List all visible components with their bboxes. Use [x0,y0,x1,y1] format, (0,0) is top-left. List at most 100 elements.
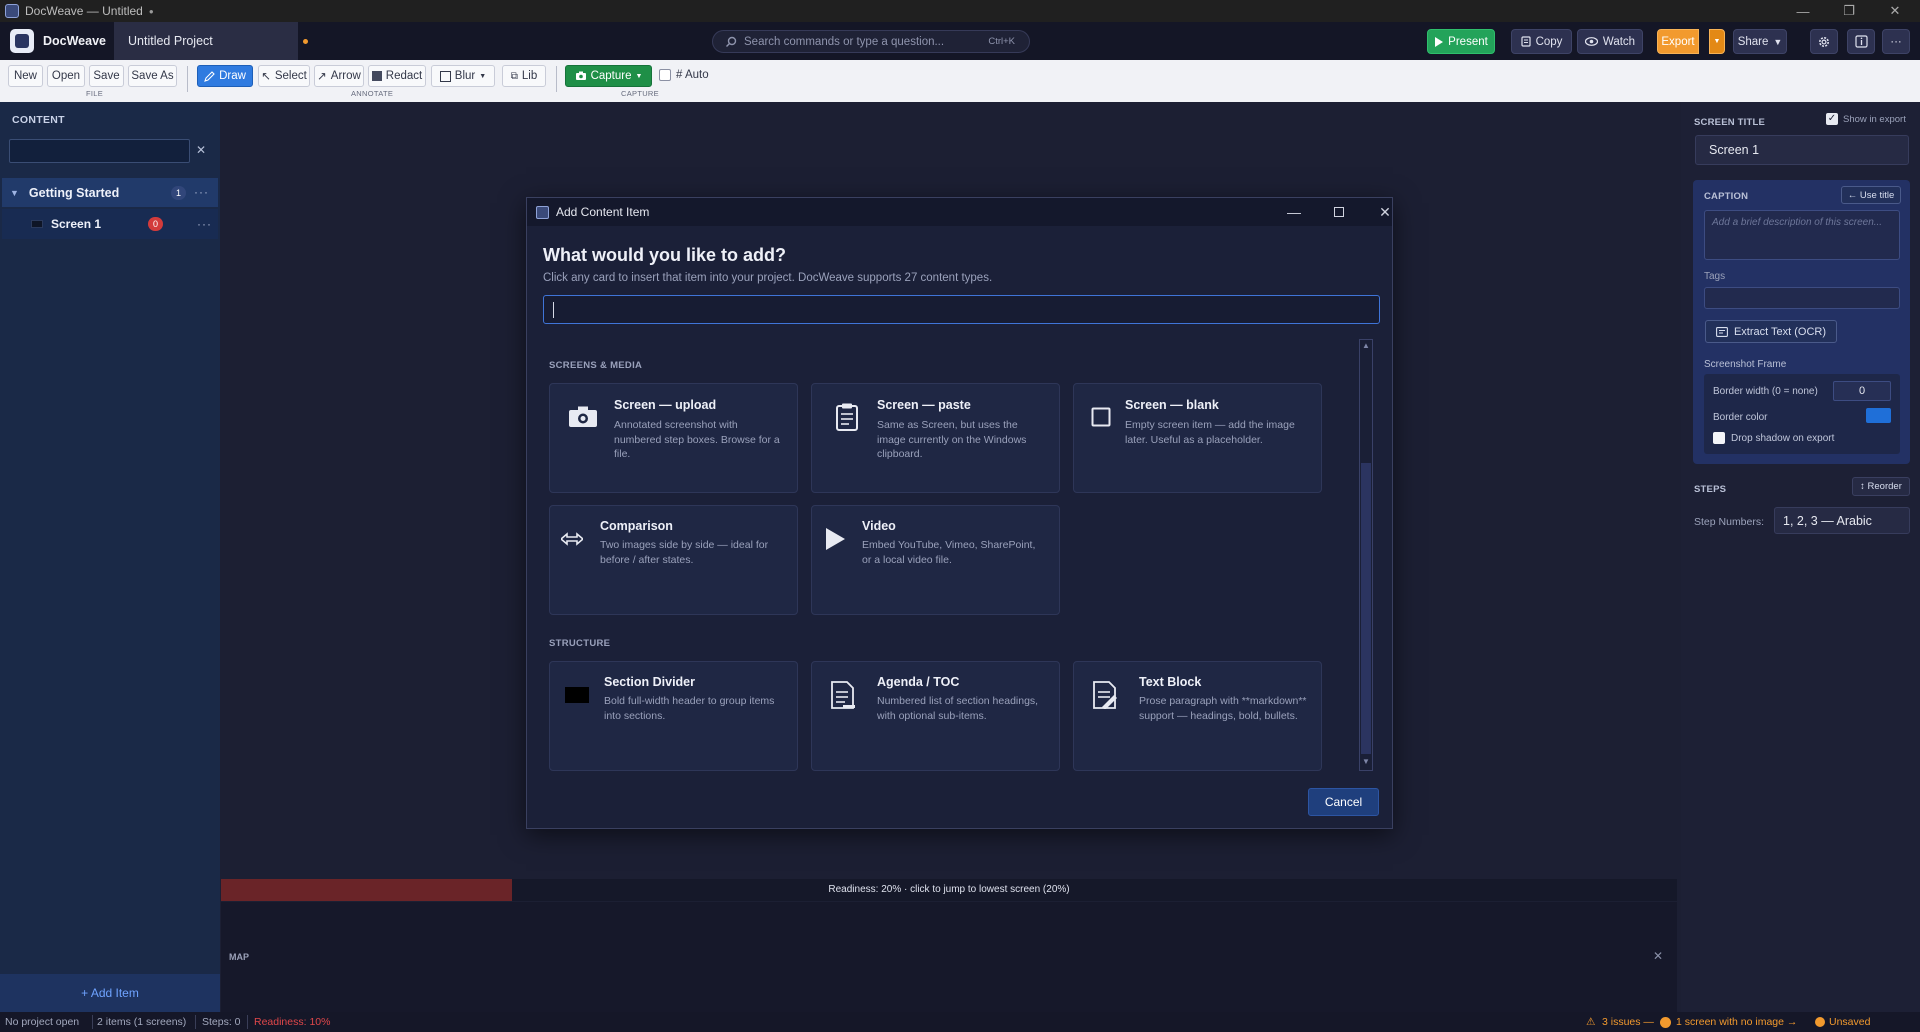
show-in-export-label: Show in export [1843,113,1906,125]
cancel-button[interactable]: Cancel [1308,788,1379,816]
drop-shadow-label: Drop shadow on export [1731,432,1835,444]
group-more-button[interactable]: ··· [194,185,209,199]
readiness-bar[interactable]: Readiness: 20% · click to jump to lowest… [221,879,1677,901]
tags-input[interactable] [1704,287,1900,309]
status-issues[interactable]: 3 issues — [1602,1016,1654,1028]
docweave-logo-icon [10,29,34,53]
card-description: Same as Screen, but uses the image curre… [877,419,1027,460]
scrollbar-thumb[interactable] [1361,463,1371,754]
tags-label: Tags [1704,271,1726,282]
export-dropdown-button[interactable]: ▼ [1709,29,1725,54]
chevron-down-icon: ▼ [479,72,487,80]
add-content-dialog: Add Content Item — ✕ What would you like… [526,197,1393,829]
new-button[interactable]: New [8,65,43,87]
close-icon[interactable]: ✕ [196,143,206,157]
status-unsaved: Unsaved [1829,1016,1871,1028]
redact-label: Redact [385,70,423,82]
redact-tool-button[interactable]: Redact [368,65,426,87]
watch-button[interactable]: Watch [1577,29,1643,54]
draw-tool-button[interactable]: Draw [197,65,253,87]
add-item-button[interactable]: + Add Item [0,974,220,1012]
dialog-scrollbar[interactable]: ▲ ▼ [1359,339,1373,771]
copy-icon [1520,36,1531,47]
scroll-down-icon[interactable]: ▼ [1361,757,1371,769]
status-divider [247,1015,248,1029]
sidebar-item-label: Screen 1 [51,217,102,231]
card-video[interactable]: Video Embed YouTube, Vimeo, SharePoint, … [811,505,1060,615]
close-window-button[interactable]: ✕ [1872,0,1918,22]
save-button[interactable]: Save [89,65,124,87]
card-screen-blank[interactable]: Screen — blank Empty screen item — add t… [1073,383,1322,493]
card-text-block[interactable]: Text Block Prose paragraph with **markdo… [1073,661,1322,771]
auto-label: # Auto [676,69,709,81]
close-dialog-button[interactable]: ✕ [1370,202,1400,222]
screen-title-value: Screen 1 [1709,143,1760,157]
command-search[interactable]: Search commands or type a question... Ct… [712,30,1030,53]
share-button[interactable]: Share ▼ [1733,29,1787,54]
auto-checkbox[interactable] [659,69,671,81]
file-group-label: FILE [86,89,104,98]
status-divider [195,1015,196,1029]
card-description: Bold full-width header to group items in… [604,695,775,722]
reorder-button[interactable]: ↕ Reorder [1852,477,1910,496]
blur-tool-button[interactable]: Blur ▼ [431,65,495,87]
auto-capture-toggle[interactable]: # Auto [659,69,709,81]
window-dirty-marker: ● [148,6,154,16]
card-description: Numbered list of section headings, with … [877,695,1039,722]
use-title-button[interactable]: ← Use title [1841,186,1901,204]
item-more-button[interactable]: ··· [197,217,212,231]
screen-title-input[interactable]: Screen 1 [1695,135,1909,165]
card-comparison[interactable]: Comparison Two images side by side — ide… [549,505,798,615]
capture-button[interactable]: Capture ▼ [565,65,652,87]
content-type-search-input[interactable] [543,295,1380,324]
card-screen-upload[interactable]: Screen — upload Annotated screenshot wit… [549,383,798,493]
arrow-tool-button[interactable]: ↗ Arrow [314,65,364,87]
export-button[interactable]: Export [1657,29,1699,54]
sidebar-heading: CONTENT [12,114,65,126]
drop-shadow-toggle[interactable]: Drop shadow on export [1713,432,1834,444]
window-title: DocWeave — Untitled [25,4,143,18]
sidebar-filter-input[interactable] [9,139,190,163]
checkmark-icon[interactable]: ✓ [1826,113,1838,125]
project-tab-label: Untitled Project [128,34,213,48]
list-doc-icon [826,681,860,709]
maximize-button[interactable] [1324,202,1354,222]
play-icon [1435,36,1444,47]
export-label: Export [1661,35,1695,48]
border-color-swatch[interactable] [1866,408,1891,423]
status-no-image[interactable]: 1 screen with no image → [1676,1016,1797,1028]
show-in-export-toggle[interactable]: ✓ Show in export [1826,113,1906,125]
chevron-down-icon: ▼ [1713,38,1721,45]
open-button[interactable]: Open [47,65,85,87]
project-tab[interactable]: Untitled Project [114,22,298,60]
settings-button[interactable] [1810,29,1838,54]
present-button[interactable]: Present [1427,29,1495,54]
ocr-button[interactable]: Extract Text (OCR) [1705,320,1837,343]
collapse-triangle-icon[interactable]: ▼ [10,188,19,198]
step-numbers-select[interactable]: 1, 2, 3 — Arabic [1774,507,1910,534]
save-as-button[interactable]: Save As [128,65,177,87]
sidebar-group-getting-started[interactable]: ▼ Getting Started 1 ··· [2,178,218,207]
caption-textarea[interactable]: Add a brief description of this screen..… [1704,210,1900,260]
library-button[interactable]: ⧉ Lib [502,65,546,87]
card-title: Video [862,519,896,533]
status-readiness[interactable]: Readiness: 10% [254,1016,330,1028]
minimize-button[interactable]: — [1279,202,1309,222]
group-name: Getting Started [28,185,120,200]
restore-button[interactable]: ❐ [1826,0,1872,22]
scroll-up-icon[interactable]: ▲ [1361,341,1371,353]
card-screen-paste[interactable]: Screen — paste Same as Screen, but uses … [811,383,1060,493]
minimap-panel: MAP ✕ [221,902,1677,1012]
card-section-divider[interactable]: Section Divider Bold full-width header t… [549,661,798,771]
sidebar-item-screen-1[interactable]: Screen 1 0 ··· [2,209,218,239]
copy-button[interactable]: Copy [1511,29,1572,54]
card-agenda-toc[interactable]: Agenda / TOC Numbered list of section he… [811,661,1060,771]
more-menu-button[interactable]: ··· [1882,29,1910,54]
border-width-input[interactable]: 0 [1833,381,1891,401]
dialog-subheading: Click any card to insert that item into … [543,272,993,284]
info-panel-button[interactable] [1847,29,1875,54]
close-icon[interactable]: ✕ [1653,949,1663,963]
drop-shadow-checkbox[interactable] [1713,432,1725,444]
select-tool-button[interactable]: ↖ Select [258,65,310,87]
minimize-button[interactable]: — [1780,0,1826,22]
